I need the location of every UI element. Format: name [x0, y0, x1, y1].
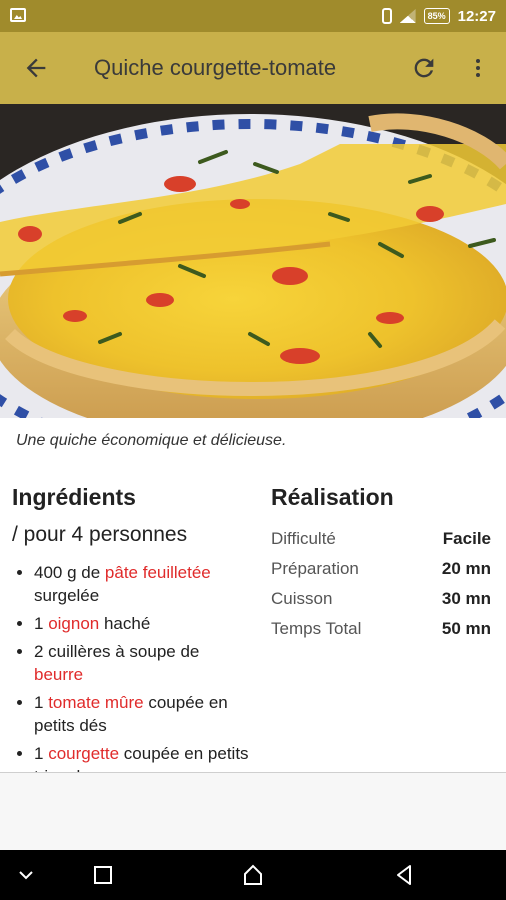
list-item: 1 tomate mûre coupée en petits dés	[34, 691, 252, 737]
ingredient-text: 1	[34, 693, 49, 712]
nav-down-icon[interactable]	[14, 863, 38, 887]
ingredient-text: 2 cuillères à soupe de	[34, 642, 200, 661]
meta-label: Difficulté	[271, 529, 336, 548]
meta-row-difficulty: Difficulté Facile	[271, 529, 491, 549]
ingredient-text: surgelée	[34, 586, 100, 605]
meta-label: Temps Total	[271, 619, 362, 638]
nav-recents-icon[interactable]	[91, 863, 115, 887]
servings-text: / pour 4 personnes	[12, 523, 188, 546]
battery-icon: 85%	[423, 8, 450, 24]
more-vert-icon[interactable]	[466, 54, 490, 82]
bottom-area	[0, 773, 506, 850]
system-nav-bar	[0, 850, 506, 900]
ingredient-link[interactable]: tomate mûre	[48, 693, 143, 712]
clock: 12:27	[457, 7, 496, 25]
back-arrow-icon[interactable]	[22, 54, 50, 82]
list-item: 400 g de pâte feuilletée surgelée	[34, 561, 252, 607]
meta-value: 30 mn	[441, 589, 491, 608]
nav-home-icon[interactable]	[241, 863, 265, 887]
ingredient-link[interactable]: courgette	[48, 744, 119, 763]
app-bar: Quiche courgette-tomate	[0, 32, 506, 104]
nav-back-icon[interactable]	[392, 863, 416, 887]
ingredient-text: 400 g de	[34, 563, 105, 582]
list-item: 1 courgette coupée en petits triangles	[34, 742, 252, 772]
recipe-photo	[0, 104, 506, 418]
recipe-content[interactable]: Ingrédients / pour 4 personnes 400 g de …	[0, 474, 506, 772]
meta-row-cooking: Cuisson 30 mn	[271, 589, 491, 609]
ingredient-text: 1	[34, 744, 49, 763]
status-icons: 85% 12:27	[381, 0, 496, 32]
ingredient-text: 1	[34, 614, 49, 633]
ingredient-text: haché	[99, 614, 151, 633]
ingredient-link[interactable]: oignon	[48, 614, 99, 633]
ingredients-heading: Ingrédients	[12, 484, 136, 510]
list-item: 2 cuillères à soupe de beurre	[34, 640, 252, 686]
realisation-heading: Réalisation	[271, 484, 394, 510]
meta-label: Cuisson	[271, 589, 333, 608]
meta-value: Facile	[442, 529, 491, 548]
meta-value: 50 mn	[441, 619, 491, 638]
meta-row-total-time: Temps Total 50 mn	[271, 619, 491, 639]
status-bar: 85% 12:27	[0, 0, 506, 32]
photo-caption: Une quiche économique et délicieuse.	[16, 432, 287, 449]
ingredients-list: 400 g de pâte feuilletée surgelée 1 oign…	[12, 561, 252, 772]
meta-value: 20 mn	[441, 559, 491, 578]
realisation-section: Réalisation Difficulté Facile Préparatio…	[271, 484, 491, 639]
image-icon	[10, 8, 26, 22]
page-title: Quiche courgette-tomate	[94, 55, 337, 80]
meta-row-preparation: Préparation 20 mn	[271, 559, 491, 579]
ingredient-link[interactable]: pâte feuilletée	[105, 563, 211, 582]
meta-label: Préparation	[271, 559, 359, 578]
ingredient-link[interactable]: beurre	[34, 665, 83, 684]
list-item: 1 oignon haché	[34, 612, 252, 635]
ingredients-section: Ingrédients / pour 4 personnes 400 g de …	[12, 484, 252, 772]
vibrate-icon	[381, 8, 392, 24]
signal-icon	[399, 9, 416, 23]
refresh-icon[interactable]	[410, 54, 438, 82]
